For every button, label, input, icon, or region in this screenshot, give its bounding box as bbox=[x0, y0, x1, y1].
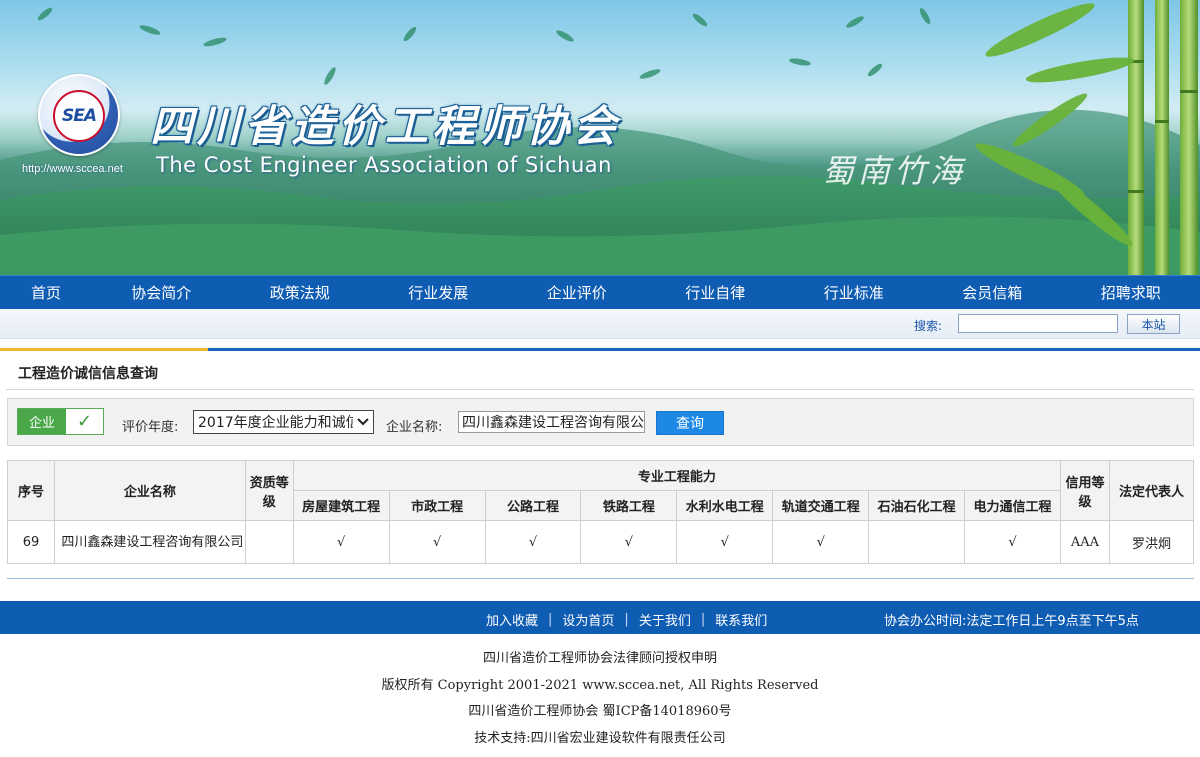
col-ability: 水利水电工程 bbox=[676, 490, 774, 521]
cell-qualification bbox=[244, 520, 294, 564]
association-logo: SEA bbox=[38, 74, 120, 156]
nav-item-about[interactable]: 协会简介 bbox=[92, 276, 231, 309]
office-hours: 协会办公时间:法定工作日上午9点至下午5点 bbox=[884, 614, 1139, 629]
footer-separator: | bbox=[624, 612, 629, 627]
cell-ability: √ bbox=[580, 520, 678, 564]
col-qualification: 资质等级 bbox=[244, 460, 294, 521]
cell-seq: 69 bbox=[7, 520, 55, 564]
footer-separator: | bbox=[700, 612, 706, 627]
search-site-button[interactable]: 本站 bbox=[1127, 314, 1180, 334]
col-ability: 电力通信工程 bbox=[964, 490, 1061, 521]
footer-link-contact[interactable]: 联系我们 bbox=[715, 610, 767, 629]
evaluation-year-value: 2017年度企业能力和诚信 bbox=[198, 415, 353, 431]
nav-item-standards[interactable]: 行业标准 bbox=[785, 276, 924, 309]
nav-item-policy[interactable]: 政策法规 bbox=[231, 276, 370, 309]
col-legal-rep: 法定代表人 bbox=[1108, 460, 1195, 521]
col-seq: 序号 bbox=[7, 460, 55, 521]
col-group-ability: 专业工程能力 bbox=[292, 460, 1061, 491]
nav-item-self-discipline[interactable]: 行业自律 bbox=[646, 276, 785, 309]
divider bbox=[7, 578, 1194, 579]
enterprise-type-toggle[interactable]: 企业 ✓ bbox=[17, 408, 104, 435]
col-company-name: 企业名称 bbox=[53, 460, 246, 521]
col-ability: 铁路工程 bbox=[580, 490, 678, 521]
footer-link-set-homepage[interactable]: 设为首页 bbox=[562, 610, 614, 629]
nav-item-development[interactable]: 行业发展 bbox=[369, 276, 508, 309]
query-button[interactable]: 查询 bbox=[656, 411, 724, 435]
panel-title: 工程造价诚信信息查询 bbox=[18, 366, 158, 382]
cell-legal-rep: 罗洪炯 bbox=[1108, 520, 1195, 564]
cell-ability bbox=[868, 520, 966, 564]
cell-company-name: 四川鑫森建设工程咨询有限公司 bbox=[53, 520, 246, 564]
nav-item-recruitment[interactable]: 招聘求职 bbox=[1062, 276, 1200, 309]
site-search-bar: 搜索: 本站 bbox=[0, 309, 1200, 339]
search-label: 搜索: bbox=[914, 319, 943, 333]
col-ability: 房屋建筑工程 bbox=[292, 490, 390, 521]
nav-item-home[interactable]: 首页 bbox=[0, 276, 92, 309]
footer-icp: 四川省造价工程师协会 蜀ICP备14018960号 bbox=[468, 704, 732, 719]
query-filter-bar: 企业 ✓ 评价年度: 2017年度企业能力和诚信 企业名称: 四川鑫森建设工程咨… bbox=[7, 398, 1194, 446]
cell-ability: √ bbox=[388, 520, 486, 564]
banner-calligraphy: 蜀南竹海 bbox=[822, 152, 967, 190]
site-url: http://www.sccea.net bbox=[22, 163, 123, 175]
footer-info: 四川省造价工程师协会法律顾问授权申明 版权所有 Copyright 2001-2… bbox=[0, 646, 1200, 752]
footer-bar: 加入收藏 | 设为首页 | 关于我们 | 联系我们 协会办公时间:法定工作日上午… bbox=[0, 601, 1200, 634]
footer-legal-notice-link[interactable]: 四川省造价工程师协会法律顾问授权申明 bbox=[483, 651, 717, 666]
company-name-label: 企业名称: bbox=[386, 420, 443, 435]
col-ability: 石油石化工程 bbox=[868, 490, 966, 521]
enterprise-type-label: 企业 bbox=[18, 409, 66, 434]
checkmark-icon: ✓ bbox=[66, 409, 103, 434]
search-input[interactable] bbox=[958, 314, 1118, 333]
col-ability: 市政工程 bbox=[388, 490, 486, 521]
footer-link-about[interactable]: 关于我们 bbox=[639, 610, 691, 629]
site-title-cn: 四川省造价工程师协会 bbox=[150, 102, 620, 152]
year-label: 评价年度: bbox=[122, 420, 179, 435]
footer-links: 加入收藏 | 设为首页 | 关于我们 | 联系我们 bbox=[486, 610, 767, 629]
table-row: 69 四川鑫森建设工程咨询有限公司 √ √ √ √ √ √ √ AAA 罗洪炯 bbox=[7, 520, 1195, 564]
col-credit-level: 信用等级 bbox=[1059, 460, 1110, 521]
panel-accent bbox=[0, 348, 208, 351]
company-name-input[interactable]: 四川鑫森建设工程咨询有限公司 bbox=[458, 411, 645, 433]
col-ability: 公路工程 bbox=[484, 490, 582, 521]
footer-copyright: 版权所有 Copyright 2001-2021 www.sccea.net, … bbox=[381, 677, 819, 693]
result-table: 序号 企业名称 资质等级 专业工程能力 信用等级 法定代表人 房屋建筑工程 市政… bbox=[7, 460, 1195, 564]
footer-link-bookmark[interactable]: 加入收藏 bbox=[486, 610, 538, 629]
cell-ability: √ bbox=[676, 520, 774, 564]
header-banner: SEA http://www.sccea.net 四川省造价工程师协会 The … bbox=[0, 0, 1200, 275]
nav-item-mailbox[interactable]: 会员信箱 bbox=[923, 276, 1062, 309]
footer-separator: | bbox=[548, 612, 553, 627]
divider bbox=[6, 389, 1194, 390]
col-ability: 轨道交通工程 bbox=[772, 490, 870, 521]
credit-query-panel: 工程造价诚信信息查询 企业 ✓ 评价年度: 2017年度企业能力和诚信 企业名称… bbox=[0, 348, 1200, 579]
cell-ability: √ bbox=[964, 520, 1061, 564]
cell-ability: √ bbox=[484, 520, 582, 564]
logo-text: SEA bbox=[61, 106, 97, 126]
nav-item-evaluation[interactable]: 企业评价 bbox=[508, 276, 647, 309]
footer-tech-support: 技术支持:四川省宏业建设软件有限责任公司 bbox=[474, 730, 726, 746]
cell-credit-level: AAA bbox=[1059, 520, 1110, 564]
cell-ability: √ bbox=[772, 520, 870, 564]
main-nav: 首页 协会简介 政策法规 行业发展 企业评价 行业自律 行业标准 会员信箱 招聘… bbox=[0, 275, 1200, 309]
cell-ability: √ bbox=[292, 520, 390, 564]
evaluation-year-select[interactable]: 2017年度企业能力和诚信 bbox=[193, 410, 374, 434]
site-title-en: The Cost Engineer Association of Sichuan bbox=[156, 153, 612, 177]
chevron-down-icon bbox=[353, 411, 373, 433]
